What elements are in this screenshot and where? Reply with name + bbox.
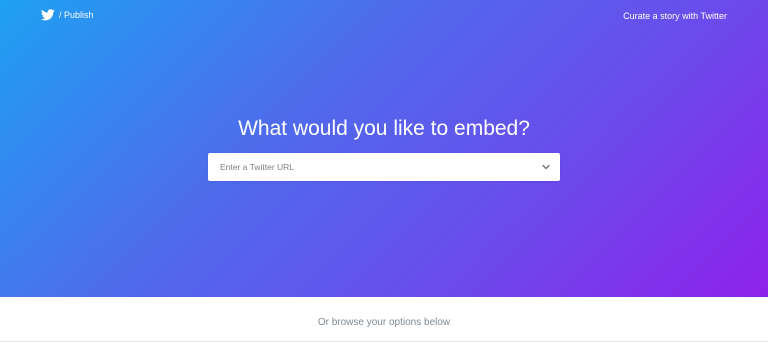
publish-label: / Publish [59, 10, 94, 20]
twitter-url-input[interactable] [208, 153, 528, 181]
chevron-down-icon[interactable] [541, 162, 551, 172]
curate-story-link[interactable]: Curate a story with Twitter [623, 11, 727, 21]
page-title: What would you like to embed? [238, 117, 530, 140]
browse-options-text: Or browse your options below [317, 317, 451, 328]
publish-home-link[interactable]: / Publish [41, 9, 94, 21]
browse-section: Or browse your options below [0, 297, 768, 342]
hero-section: / Publish Curate a story with Twitter Wh… [0, 0, 768, 297]
twitter-bird-icon [41, 9, 55, 21]
url-combobox[interactable] [208, 153, 560, 181]
